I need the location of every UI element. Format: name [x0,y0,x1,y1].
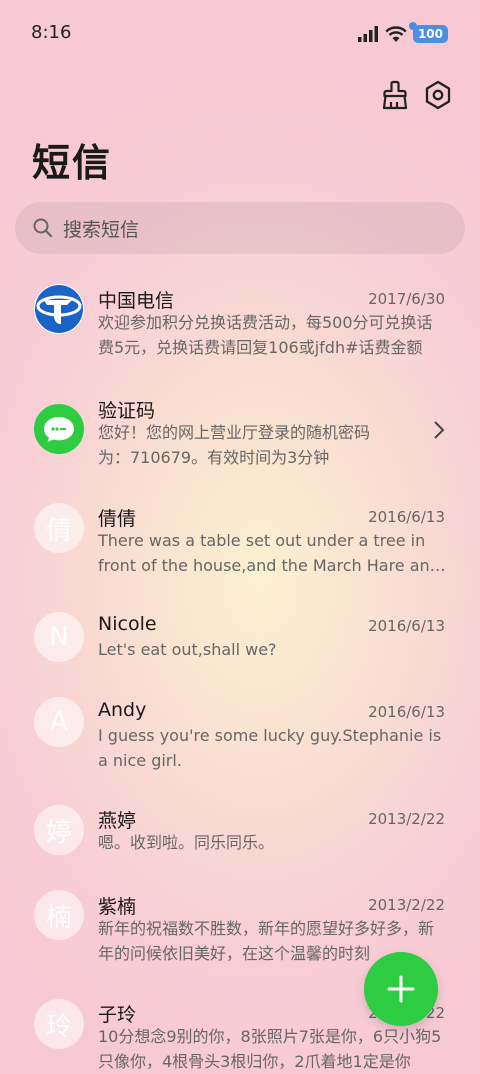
message-icon [44,417,74,442]
clean-button[interactable] [376,76,414,114]
avatar: 玲 [34,999,84,1049]
conversation-date: 2016/6/13 [368,508,445,526]
conversation-name: 验证码 [98,400,156,422]
avatar: A [34,697,84,747]
avatar: 楠 [34,890,84,940]
chevron-right-icon[interactable] [432,420,446,440]
conversation-preview: 您好！您的网上营业厅登录的随机密码为：710679。有效时间为3分钟 [98,423,371,467]
new-message-button[interactable] [364,952,438,1026]
wifi-icon [385,25,407,42]
gear-icon [425,80,451,110]
conversation-name: 子玲 [98,1004,137,1026]
page-title: 短信 [32,141,113,185]
conversation-preview: I guess you're some lucky guy.Stephanie … [98,726,442,770]
search-icon [33,218,53,238]
telecom-logo-icon [35,285,83,333]
plus-icon [387,975,415,1003]
conversation-name: 中国电信 [98,290,175,312]
settings-button[interactable] [419,76,457,114]
conversation-date: 2013/2/22 [368,810,445,828]
search-placeholder: 搜索短信 [63,218,140,241]
conversation-date: 2013/2/22 [368,896,445,914]
status-bar: 8:16 100 [0,0,480,68]
conversation-name: 燕婷 [98,810,137,832]
conversation-date: 2016/6/13 [368,703,445,721]
status-icons: 100 [357,22,448,44]
conversation-preview: 欢迎参加积分兑换话费活动，每500分可兑换话费5元，兑换话费请回复106或jfd… [98,313,433,357]
conversation-name: Andy [98,699,147,721]
signal-icon [357,26,378,42]
avatar: 倩 [34,503,84,553]
conversation-preview: There was a table set out under a tree i… [98,531,440,575]
conversation-preview: 嗯。收到啦。同乐同乐。 [98,833,275,852]
conversation-date: 2016/6/13 [368,617,445,635]
avatar: 婷 [34,805,84,855]
brush-icon [382,80,408,110]
conversation-name: 紫楠 [98,896,137,918]
conversation-date: 2017/6/30 [368,290,445,308]
telecom-logo-avatar [34,284,84,334]
search-bar[interactable]: 搜索短信 [15,202,465,254]
conversation-name: Nicole [98,613,157,635]
avatar: N [34,612,84,662]
status-time: 8:16 [31,22,72,43]
battery-badge: 100 [408,22,448,43]
conversation-preview: Let's eat out,shall we? [98,640,277,659]
message-avatar [34,404,84,454]
conversation-name: 倩倩 [98,508,137,530]
